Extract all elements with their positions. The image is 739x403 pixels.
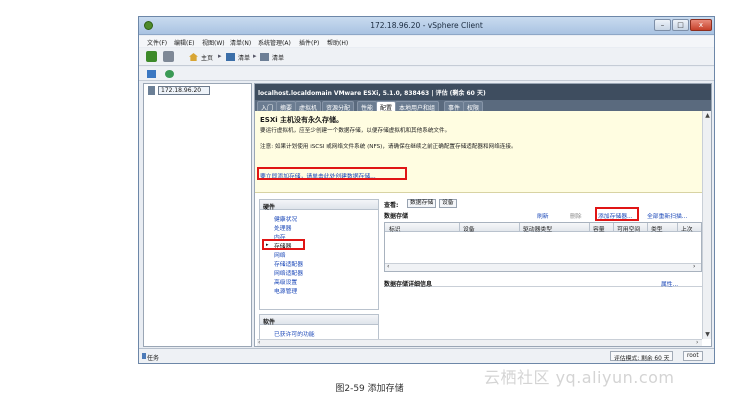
highlight-box bbox=[262, 239, 305, 250]
add-host-icon[interactable] bbox=[147, 70, 156, 78]
vertical-scrollbar[interactable]: ▲ ▼ bbox=[702, 111, 711, 339]
current-user: root bbox=[683, 351, 703, 361]
column-last-update[interactable]: 上次 bbox=[681, 224, 693, 233]
tab-summary[interactable]: 摘要 bbox=[276, 101, 297, 112]
maximize-button[interactable]: □ bbox=[672, 19, 689, 31]
menu-help[interactable]: 帮助(H) bbox=[327, 38, 348, 47]
details-title: 数据存储详细信息 bbox=[384, 281, 433, 288]
horizontal-scrollbar[interactable]: ‹ › bbox=[257, 339, 702, 346]
tab-bar: 入门 摘要 虚拟机 资源分配 性能 配置 本地用户和组 事件 权限 bbox=[255, 100, 711, 112]
tab-getting-started[interactable]: 入门 bbox=[257, 101, 278, 112]
view-label: 查看: bbox=[384, 202, 399, 209]
home-icon bbox=[189, 53, 198, 61]
tab-configuration[interactable]: 配置 bbox=[376, 101, 397, 112]
hw-processors[interactable]: 处理器 bbox=[274, 223, 291, 232]
toolbar bbox=[139, 67, 714, 81]
menu-view[interactable]: 视图(W) bbox=[202, 38, 225, 47]
refresh-link[interactable]: 刷新 bbox=[537, 211, 549, 220]
breadcrumb-inventory-current[interactable]: 清单 bbox=[272, 53, 284, 62]
menu-plugins[interactable]: 插件(P) bbox=[299, 38, 319, 47]
table-header: 标识 设备 驱动器类型 容量 可用空间 类型 上次 bbox=[385, 223, 701, 233]
properties-link[interactable]: 属性... bbox=[661, 279, 678, 288]
warning-note: 注意: 如果计划使用 iSCSI 或网络文件系统 (NFS)，请确保在继续之前正… bbox=[260, 144, 517, 150]
scroll-left-icon[interactable]: ‹ bbox=[387, 263, 389, 270]
datastores-title: 数据存储 bbox=[384, 213, 409, 220]
tab-events[interactable]: 事件 bbox=[444, 101, 465, 112]
tab-virtual-machines[interactable]: 虚拟机 bbox=[295, 101, 322, 112]
hw-storage-adapters[interactable]: 存储适配器 bbox=[274, 259, 303, 268]
tab-permissions[interactable]: 权限 bbox=[463, 101, 484, 112]
hw-health-status[interactable]: 健康状况 bbox=[274, 214, 297, 223]
column-identification[interactable]: 标识 bbox=[389, 224, 401, 233]
tab-resource-allocation[interactable]: 资源分配 bbox=[322, 101, 355, 112]
inventory-tree: 172.18.96.20 bbox=[143, 83, 252, 347]
table-horizontal-scrollbar[interactable]: ‹ › bbox=[385, 263, 701, 271]
hw-advanced-settings[interactable]: 高级设置 bbox=[274, 277, 297, 286]
hw-networking[interactable]: 网络 bbox=[274, 250, 286, 259]
menu-bar: 文件(F) 编辑(E) 视图(W) 清单(N) 系统管理(A) 插件(P) 帮助… bbox=[139, 36, 714, 47]
tasks-icon bbox=[142, 353, 146, 359]
column-free-space[interactable]: 可用空间 bbox=[617, 224, 640, 233]
breadcrumb-inventory[interactable]: 清单 bbox=[238, 53, 250, 62]
host-icon bbox=[148, 86, 155, 95]
breadcrumb-separator: ▸ bbox=[253, 52, 257, 60]
tab-local-users-groups[interactable]: 本地用户和组 bbox=[395, 101, 440, 112]
view-datastores-button[interactable]: 数据存储 bbox=[407, 199, 437, 208]
tasks-button[interactable]: 任务 bbox=[147, 353, 159, 362]
software-panel: 软件 已获许可的功能 bbox=[259, 314, 379, 342]
no-storage-warning: ESXi 主机没有永久存储。 要运行虚拟机，应至少创建一个数据存储，以便存储虚拟… bbox=[255, 111, 702, 193]
datastore-table: 标识 设备 驱动器类型 容量 可用空间 类型 上次 ‹ › bbox=[384, 222, 702, 272]
delete-link[interactable]: 删除 bbox=[570, 211, 582, 220]
breadcrumb-home[interactable]: 主页 bbox=[201, 53, 213, 62]
hw-network-adapters[interactable]: 网络适配器 bbox=[274, 268, 303, 277]
figure-caption: 图2-59 添加存储 bbox=[335, 384, 404, 394]
column-drive-type[interactable]: 驱动器类型 bbox=[523, 224, 552, 233]
column-device[interactable]: 设备 bbox=[463, 224, 475, 233]
hardware-panel: 硬件 健康状况 处理器 内存 ▸ 存储器 网络 存储适配器 网络适配器 高级设置… bbox=[259, 199, 379, 310]
back-icon[interactable] bbox=[146, 51, 157, 62]
hw-power-management[interactable]: 电源管理 bbox=[274, 286, 297, 295]
tree-host-label[interactable]: 172.18.96.20 bbox=[158, 86, 210, 95]
menu-administration[interactable]: 系统管理(A) bbox=[258, 38, 291, 47]
title-bar: 172.18.96.20 - vSphere Client – □ x bbox=[139, 17, 714, 35]
inventory-icon bbox=[260, 53, 269, 61]
scroll-right-icon[interactable]: › bbox=[696, 339, 698, 346]
scroll-up-icon[interactable]: ▲ bbox=[703, 111, 711, 120]
minimize-button[interactable]: – bbox=[654, 19, 671, 31]
host-header: localhost.localdomain VMware ESXi, 5.1.0… bbox=[255, 84, 711, 100]
breadcrumb-separator: ▸ bbox=[218, 52, 222, 60]
column-type[interactable]: 类型 bbox=[651, 224, 663, 233]
vsphere-window: 172.18.96.20 - vSphere Client – □ x 文件(F… bbox=[138, 16, 715, 364]
evaluation-mode-status: 评估模式: 剩余 60 天 bbox=[610, 351, 674, 362]
column-capacity[interactable]: 容量 bbox=[593, 224, 605, 233]
main-panel: localhost.localdomain VMware ESXi, 5.1.0… bbox=[254, 83, 712, 347]
forward-icon[interactable] bbox=[163, 51, 174, 62]
close-button[interactable]: x bbox=[690, 19, 712, 31]
window-title: 172.18.96.20 - vSphere Client bbox=[370, 21, 483, 30]
menu-file[interactable]: 文件(F) bbox=[147, 38, 167, 47]
rescan-all-link[interactable]: 全部重新扫描... bbox=[647, 211, 687, 220]
datastore-view: 查看: 数据存储 设备 数据存储 刷新 删除 添加存储器... 全部重新扫描..… bbox=[384, 199, 702, 339]
menu-edit[interactable]: 编辑(E) bbox=[174, 38, 194, 47]
inventory-icon bbox=[226, 53, 235, 61]
view-devices-button[interactable]: 设备 bbox=[439, 199, 457, 208]
software-title: 软件 bbox=[260, 315, 378, 326]
scroll-left-icon[interactable]: ‹ bbox=[258, 339, 260, 346]
warning-title: ESXi 主机没有永久存储。 bbox=[260, 116, 344, 124]
scroll-down-icon[interactable]: ▼ bbox=[703, 330, 711, 339]
tab-performance[interactable]: 性能 bbox=[357, 101, 378, 112]
highlight-box bbox=[595, 207, 639, 221]
status-bar: 任务 评估模式: 剩余 60 天 root bbox=[139, 348, 714, 363]
scroll-right-icon[interactable]: › bbox=[693, 263, 695, 270]
sw-licensed-features[interactable]: 已获许可的功能 bbox=[274, 329, 315, 338]
navigation-bar: 主页 ▸ 清单 ▸ 清单 bbox=[139, 48, 714, 66]
menu-inventory[interactable]: 清单(N) bbox=[230, 38, 251, 47]
warning-text: 要运行虚拟机，应至少创建一个数据存储，以便存储虚拟机和其他系统文件。 bbox=[260, 128, 451, 134]
highlight-box bbox=[257, 167, 407, 180]
hardware-title: 硬件 bbox=[260, 200, 378, 211]
datastore-details: 数据存储详细信息 属性... bbox=[384, 277, 702, 288]
refresh-icon[interactable] bbox=[165, 70, 174, 78]
